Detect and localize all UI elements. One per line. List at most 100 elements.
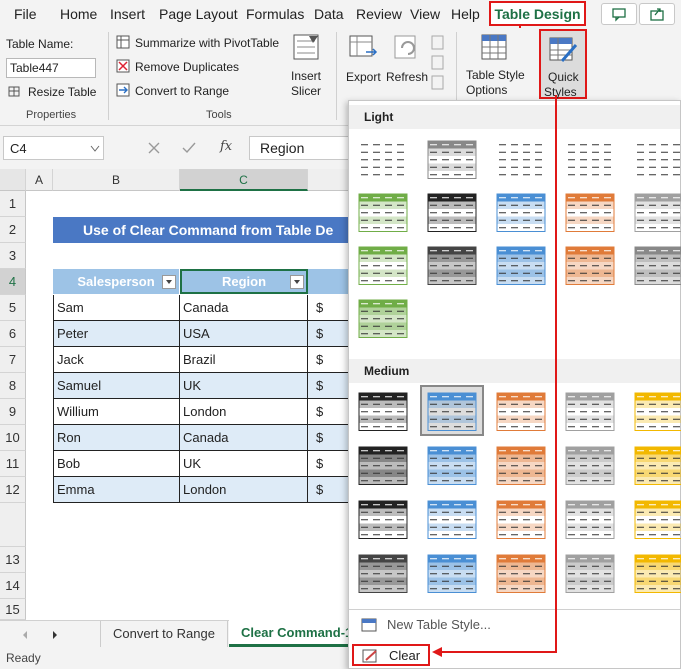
- amount-cell[interactable]: $: [308, 373, 353, 399]
- filter-dropdown-icon[interactable]: [290, 275, 304, 289]
- amount-cell[interactable]: $: [308, 347, 353, 373]
- salesperson-cell[interactable]: Jack: [53, 347, 180, 373]
- menu-data[interactable]: Data: [314, 6, 344, 22]
- row-header[interactable]: 7: [0, 347, 26, 373]
- region-cell[interactable]: London: [180, 477, 308, 503]
- title-cell[interactable]: Use of Clear Command from Table De: [53, 217, 353, 243]
- table-style-swatch[interactable]: [353, 495, 413, 542]
- region-cell[interactable]: UK: [180, 373, 308, 399]
- insert-slicer-button[interactable]: Insert Slicer: [286, 32, 326, 102]
- row-header[interactable]: 9: [0, 399, 26, 425]
- row-header[interactable]: 3: [0, 243, 26, 269]
- scroll-left-icon[interactable]: [20, 630, 30, 640]
- cancel-icon[interactable]: [148, 142, 160, 154]
- table-style-swatch[interactable]: [629, 549, 681, 596]
- column-header-b[interactable]: B: [53, 169, 180, 191]
- table-name-input[interactable]: Table447: [6, 58, 96, 78]
- row-header[interactable]: 13: [0, 547, 26, 573]
- table-style-swatch[interactable]: [353, 549, 413, 596]
- table-style-swatch[interactable]: [629, 241, 681, 288]
- menu-file[interactable]: File: [14, 6, 37, 22]
- quick-styles-button[interactable]: Quick Styles: [539, 29, 587, 99]
- row-header[interactable]: 1: [0, 191, 26, 217]
- menu-formulas[interactable]: Formulas: [246, 6, 304, 22]
- menu-insert[interactable]: Insert: [110, 6, 145, 22]
- region-cell[interactable]: Brazil: [180, 347, 308, 373]
- summarize-pivot-button[interactable]: Summarize with PivotTable: [116, 35, 286, 51]
- resize-table-button[interactable]: Resize Table: [8, 84, 100, 100]
- region-cell[interactable]: USA: [180, 321, 308, 347]
- table-style-swatch[interactable]: [353, 135, 413, 182]
- tab-table-design[interactable]: Table Design: [489, 1, 586, 26]
- region-cell[interactable]: UK: [180, 451, 308, 477]
- row-header[interactable]: 5: [0, 295, 26, 321]
- salesperson-cell[interactable]: Samuel: [53, 373, 180, 399]
- menu-page-layout[interactable]: Page Layout: [159, 6, 238, 22]
- sheet-tab-convert-to-range[interactable]: Convert to Range: [100, 621, 228, 647]
- amount-cell[interactable]: $: [308, 451, 353, 477]
- salesperson-cell[interactable]: Ron: [53, 425, 180, 451]
- chevron-down-icon[interactable]: [90, 145, 100, 153]
- table-style-swatch[interactable]: [353, 294, 413, 341]
- row-header[interactable]: 14: [0, 573, 26, 599]
- salesperson-cell[interactable]: Bob: [53, 451, 180, 477]
- row-header[interactable]: 10: [0, 425, 26, 451]
- table-style-options-button[interactable]: Table Style Options: [462, 32, 526, 102]
- amount-cell[interactable]: $: [308, 477, 353, 503]
- column-header-c[interactable]: C: [180, 169, 308, 191]
- menu-home[interactable]: Home: [60, 6, 97, 22]
- amount-cell[interactable]: $: [308, 399, 353, 425]
- table-style-swatch[interactable]: [353, 241, 413, 288]
- table-style-swatch[interactable]: [629, 387, 681, 434]
- salesperson-cell[interactable]: Emma: [53, 477, 180, 503]
- salesperson-cell[interactable]: Willium: [53, 399, 180, 425]
- external-small-buttons[interactable]: [430, 34, 448, 94]
- name-box[interactable]: C4: [3, 136, 104, 160]
- share-button[interactable]: [639, 3, 675, 25]
- salesperson-cell[interactable]: Sam: [53, 295, 180, 321]
- table-style-swatch[interactable]: [629, 188, 681, 235]
- insert-function-icon[interactable]: fx: [220, 139, 232, 154]
- menu-view[interactable]: View: [410, 6, 440, 22]
- menu-help[interactable]: Help: [451, 6, 480, 22]
- table-style-swatch[interactable]: [629, 495, 681, 542]
- remove-duplicates-button[interactable]: Remove Duplicates: [116, 59, 256, 75]
- row-header[interactable]: 12: [0, 477, 26, 503]
- column-header-a[interactable]: A: [26, 169, 53, 191]
- region-cell[interactable]: Canada: [180, 295, 308, 321]
- column-header-d[interactable]: [308, 169, 353, 191]
- row-header[interactable]: 11: [0, 451, 26, 477]
- salesperson-cell[interactable]: Peter: [53, 321, 180, 347]
- menu-review[interactable]: Review: [356, 6, 402, 22]
- table-style-swatch[interactable]: [353, 188, 413, 235]
- clear-menu-item[interactable]: Clear: [352, 644, 430, 666]
- scroll-right-icon[interactable]: [50, 630, 60, 640]
- region-cell[interactable]: London: [180, 399, 308, 425]
- refresh-button[interactable]: Refresh: [385, 32, 429, 102]
- filter-dropdown-icon[interactable]: [162, 275, 176, 289]
- table-style-swatch[interactable]: [353, 441, 413, 488]
- table-style-swatch[interactable]: [353, 387, 413, 434]
- amount-cell[interactable]: $: [308, 321, 353, 347]
- region-cell[interactable]: Canada: [180, 425, 308, 451]
- select-all-corner[interactable]: [0, 169, 26, 191]
- row-header[interactable]: 8: [0, 373, 26, 399]
- row-header[interactable]: 15: [0, 599, 26, 620]
- sheet-tab-clear-command[interactable]: Clear Command-1: [229, 620, 354, 647]
- row-header[interactable]: 6: [0, 321, 26, 347]
- comment-button[interactable]: [601, 3, 637, 25]
- export-button[interactable]: Export: [344, 32, 384, 102]
- table-style-swatch[interactable]: [629, 441, 681, 488]
- table-header-region[interactable]: Region: [180, 269, 308, 294]
- formula-input[interactable]: Region: [249, 136, 359, 160]
- row-header[interactable]: 4: [0, 269, 26, 295]
- amount-cell[interactable]: $: [308, 425, 353, 451]
- convert-to-range-button[interactable]: Convert to Range: [116, 83, 246, 99]
- table-style-swatch[interactable]: [629, 135, 681, 182]
- row-header[interactable]: [0, 503, 26, 547]
- table-header-cell[interactable]: [308, 269, 353, 294]
- enter-icon[interactable]: [182, 142, 196, 154]
- row-header[interactable]: 2: [0, 217, 26, 243]
- amount-cell[interactable]: $: [308, 295, 353, 321]
- table-header-salesperson[interactable]: Salesperson: [53, 269, 180, 294]
